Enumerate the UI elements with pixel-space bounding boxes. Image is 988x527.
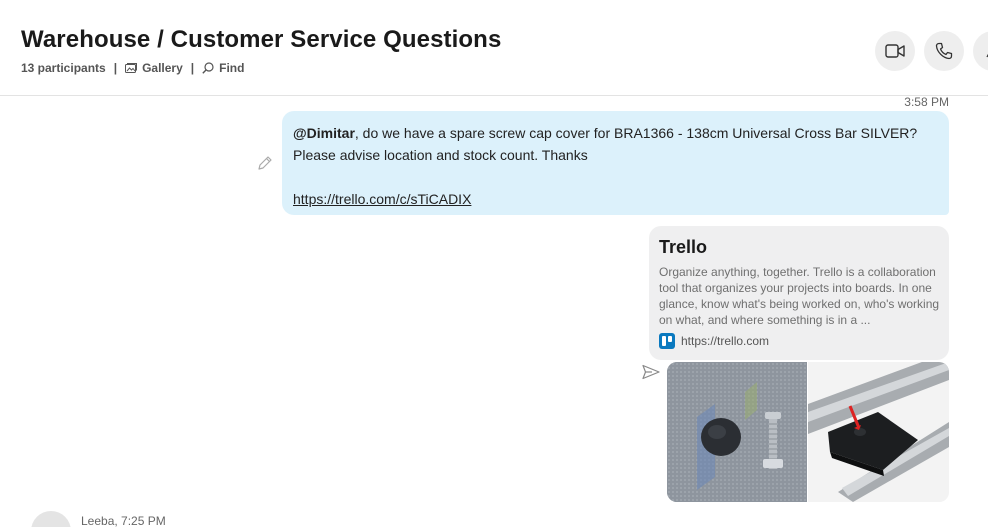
attached-image-screw-cap[interactable] — [667, 362, 807, 502]
participants-count[interactable]: 13 participants — [21, 61, 106, 75]
sender-name-time: Leeba, 7:25 PM — [81, 514, 166, 527]
trello-logo-icon — [659, 333, 675, 349]
phone-icon — [935, 42, 953, 60]
find-label: Find — [219, 61, 245, 75]
search-icon — [202, 62, 214, 74]
avatar[interactable] — [31, 511, 71, 527]
gallery-icon — [125, 63, 138, 73]
attached-image-cross-bar[interactable] — [808, 362, 949, 502]
audio-call-button[interactable] — [924, 31, 964, 71]
send-icon — [642, 364, 660, 380]
sent-status-icon — [642, 364, 660, 385]
add-people-button[interactable] — [973, 31, 988, 71]
message-timestamp: 3:58 PM — [904, 95, 949, 109]
chat-meta: 13 participants | Gallery | Find — [21, 61, 244, 75]
message-link[interactable]: https://trello.com/c/sTiCADIX — [293, 188, 471, 210]
preview-source-url: https://trello.com — [681, 334, 770, 348]
pencil-icon — [258, 156, 272, 170]
find-link[interactable]: Find — [202, 61, 244, 75]
chat-header: Warehouse / Customer Service Questions 1… — [0, 0, 988, 96]
chat-title[interactable]: Warehouse / Customer Service Questions — [21, 26, 501, 54]
video-camera-icon — [885, 44, 905, 58]
mention[interactable]: @Dimitar — [293, 125, 355, 141]
edit-message-button[interactable] — [257, 155, 273, 176]
gallery-link[interactable]: Gallery — [125, 61, 183, 75]
gallery-label: Gallery — [142, 61, 183, 75]
link-preview-card[interactable]: Trello Organize anything, together. Trel… — [649, 226, 949, 360]
video-call-button[interactable] — [875, 31, 915, 71]
separator: | — [113, 61, 118, 75]
preview-source[interactable]: https://trello.com — [659, 333, 939, 349]
preview-title: Trello — [659, 237, 708, 257]
message-bubble[interactable]: @Dimitar, do we have a spare screw cap c… — [282, 111, 949, 215]
preview-description: Organize anything, together. Trello is a… — [659, 265, 940, 327]
separator: | — [190, 61, 195, 75]
message-text: , do we have a spare screw cap cover for… — [293, 125, 918, 163]
